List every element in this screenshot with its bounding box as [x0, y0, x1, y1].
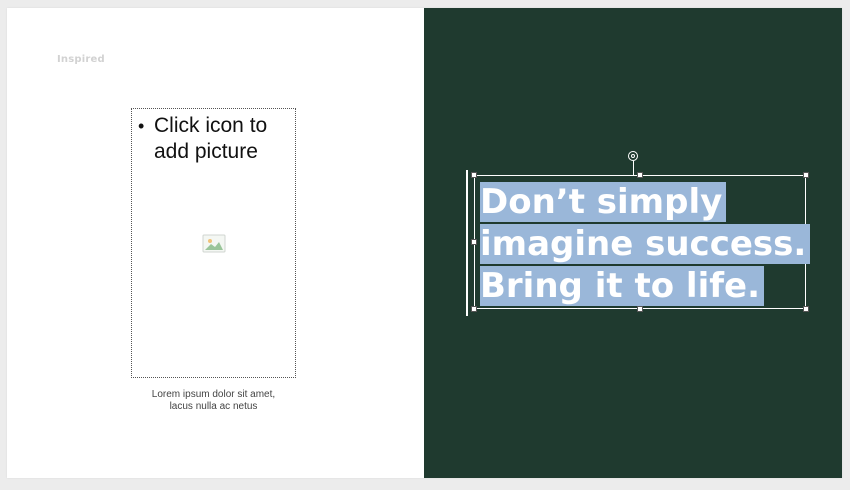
rotate-handle-icon[interactable] — [628, 151, 638, 161]
resize-handle-top[interactable] — [637, 172, 643, 178]
headline-textbox[interactable]: Don’t simply imagine success. Bring it t… — [466, 167, 811, 316]
headline-line-1: Don’t simply — [480, 181, 810, 223]
resize-handle-left[interactable] — [471, 239, 477, 245]
resize-handle-bottom-left[interactable] — [471, 306, 477, 312]
bullet: • — [138, 116, 145, 136]
picture-icon[interactable] — [202, 233, 226, 255]
resize-handle-top-right[interactable] — [803, 172, 809, 178]
placeholder-prompt: • Click icon to add picture — [138, 113, 289, 165]
caption-line-2: lacus nulla ac netus — [169, 401, 258, 412]
picture-placeholder[interactable]: • Click icon to add picture — [131, 108, 296, 378]
headline-line-2-text: imagine success. — [480, 224, 811, 264]
caption[interactable]: Lorem ipsum dolor sit amet, lacus nulla … — [131, 389, 296, 413]
headline-line-2: imagine success. — [480, 223, 811, 265]
headline-line-3: Bring it to life. — [480, 265, 810, 307]
left-panel: Inspired • Click icon to add picture Lor… — [7, 8, 424, 478]
headline-line-1-text: Don’t simply — [480, 182, 727, 222]
resize-handle-top-left[interactable] — [471, 172, 477, 178]
caption-line-1: Lorem ipsum dolor sit amet, — [151, 389, 276, 400]
brand-label[interactable]: Inspired — [57, 54, 105, 65]
placeholder-prompt-text: Click icon to add picture — [154, 114, 268, 163]
text-cursor — [466, 170, 468, 316]
headline-line-3-text: Bring it to life. — [480, 266, 764, 306]
headline-text[interactable]: Don’t simply imagine success. Bring it t… — [480, 181, 811, 307]
